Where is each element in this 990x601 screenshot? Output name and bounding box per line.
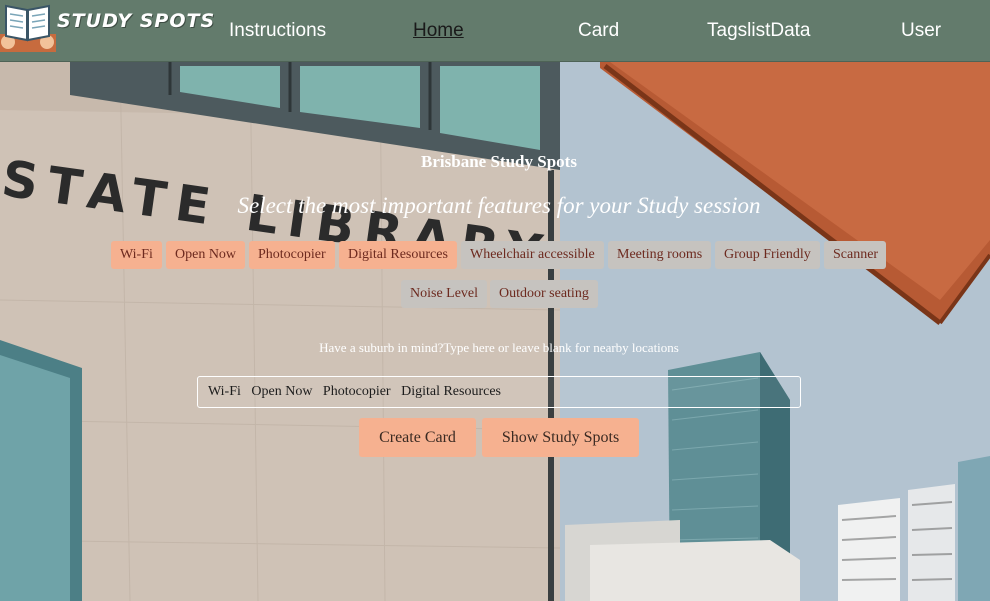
page-title: Brisbane Study Spots <box>421 152 577 171</box>
feature-chip-group-friendly[interactable]: Group Friendly <box>715 241 820 269</box>
nav-tagslistdata[interactable]: TagslistData <box>707 20 811 42</box>
create-card-button[interactable]: Create Card <box>359 418 476 457</box>
show-study-spots-button[interactable]: Show Study Spots <box>482 418 639 457</box>
nav-card[interactable]: Card <box>578 20 619 42</box>
feature-chip-noise-level[interactable]: Noise Level <box>401 280 487 308</box>
top-navbar: STUDY SPOTS Instructions Home Card Tagsl… <box>0 0 990 62</box>
feature-chip-digital-resources[interactable]: Digital Resources <box>339 241 457 269</box>
page: STATE LIBRARY STUDY SPOTS Instructions H… <box>0 0 990 601</box>
open-book-icon <box>0 4 56 52</box>
feature-chip-meeting-rooms[interactable]: Meeting rooms <box>608 241 711 269</box>
feature-chip-photocopier[interactable]: Photocopier <box>249 241 335 269</box>
feature-chip-outdoor-seating[interactable]: Outdoor seating <box>490 280 598 308</box>
feature-chip-scanner[interactable]: Scanner <box>824 241 886 269</box>
site-logo[interactable]: STUDY SPOTS <box>0 0 214 52</box>
feature-chip-wifi[interactable]: Wi-Fi <box>111 241 162 269</box>
feature-chip-wheelchair-accessible[interactable]: Wheelchair accessible <box>461 241 604 269</box>
nav-home[interactable]: Home <box>413 20 464 42</box>
suburb-prompt: Have a suburb in mind?Type here or leave… <box>319 340 679 355</box>
page-subtitle: Select the most important features for y… <box>237 193 761 218</box>
nav-instructions[interactable]: Instructions <box>229 20 326 42</box>
nav-user[interactable]: User <box>901 20 941 42</box>
feature-chip-open-now[interactable]: Open Now <box>166 241 245 269</box>
suburb-search-input[interactable]: Wi-Fi Open Now Photocopier Digital Resou… <box>197 376 801 408</box>
logo-text: STUDY SPOTS <box>57 10 216 32</box>
